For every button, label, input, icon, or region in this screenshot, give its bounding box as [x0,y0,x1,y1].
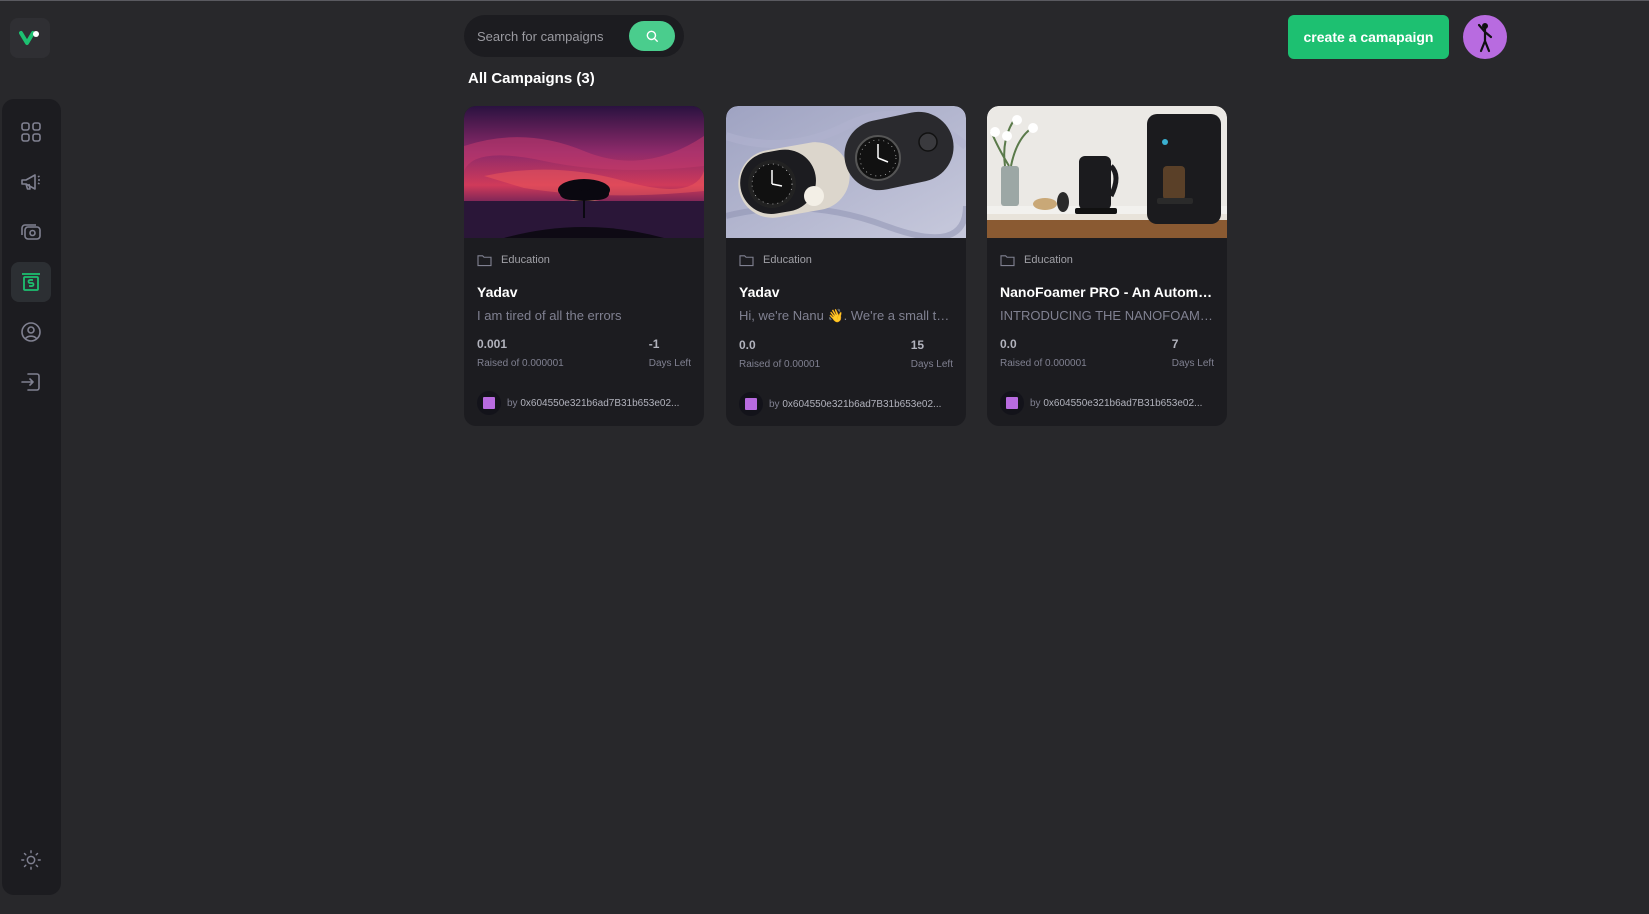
raised-amount: 0.0 [1000,337,1017,351]
sidebar-item-withdraw[interactable] [11,262,51,302]
sidebar-item-logout[interactable] [11,362,51,402]
owner-address: by 0x604550e321b6ad7B31b653e02... [507,397,680,409]
owner-address: by 0x604550e321b6ad7B31b653e02... [1030,397,1203,409]
campaign-card[interactable]: Education Yadav Hi, we're Nanu 👋. We're … [726,106,966,426]
campaign-image [987,106,1227,238]
owner-address: by 0x604550e321b6ad7B31b653e02... [769,398,942,410]
avatar[interactable] [1463,15,1507,59]
campaign-image [726,106,966,238]
days-left-label: Days Left [648,358,691,369]
days-left-label: Days Left [1171,358,1214,369]
logo-icon [19,31,39,45]
campaign-description: I am tired of all the errors [477,308,622,323]
withdraw-icon [22,273,40,291]
days-left-value: 15 [910,338,925,352]
raised-label: Raised of 0.000001 [477,358,564,369]
campaign-title: Yadav [739,284,780,300]
megaphone-icon [21,174,40,190]
search-bar [464,15,684,57]
campaign-description: INTRODUCING THE NANOFOAMER PRO [1000,308,1214,323]
search-icon [646,30,658,42]
profile-icon [21,322,41,342]
logout-icon [21,373,40,391]
page-title: All Campaigns (3) [468,70,595,87]
search-input[interactable] [477,28,629,44]
raised-amount: 0.001 [477,337,508,351]
sidebar-item-payment[interactable] [11,212,51,252]
days-left-value: -1 [648,337,660,351]
theme-toggle[interactable] [11,840,51,880]
sun-icon [21,850,41,870]
profile-silhouette-icon [1477,23,1493,53]
folder-icon [739,254,754,266]
days-left-label: Days Left [910,359,953,370]
campaign-image [464,106,704,238]
owner-avatar [477,391,501,415]
campaign-category: Education [763,254,812,266]
folder-icon [1000,254,1015,266]
campaign-category: Education [501,254,550,266]
days-left-value: 7 [1171,337,1179,351]
owner-avatar [1000,391,1024,415]
search-button[interactable] [629,21,675,51]
campaign-category: Education [1024,254,1073,266]
campaign-card[interactable]: Education NanoFoamer PRO - An Automatic … [987,106,1227,426]
sidebar [2,99,61,895]
raised-label: Raised of 0.000001 [1000,358,1087,369]
campaign-card[interactable]: Education Yadav I am tired of all the er… [464,106,704,426]
owner-avatar [739,392,763,416]
dashboard-icon [21,122,41,142]
folder-icon [477,254,492,266]
create-campaign-button[interactable]: create a camapaign [1288,15,1449,59]
sidebar-item-profile[interactable] [11,312,51,352]
sidebar-item-dashboard[interactable] [11,112,51,152]
campaign-description: Hi, we're Nanu 👋. We're a small team of … [739,308,953,323]
logo[interactable] [10,18,50,58]
raised-amount: 0.0 [739,338,756,352]
campaign-title: Yadav [477,284,518,300]
payment-icon [21,224,41,240]
raised-label: Raised of 0.00001 [739,359,821,370]
campaign-title: NanoFoamer PRO - An Automatic Milk Froth… [1000,284,1214,300]
sidebar-item-campaign[interactable] [11,162,51,202]
